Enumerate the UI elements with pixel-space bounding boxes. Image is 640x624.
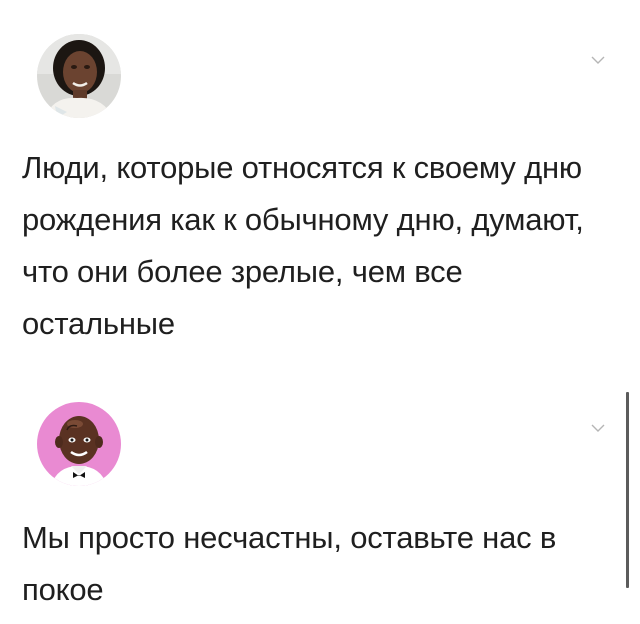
chevron-down-icon[interactable] (590, 54, 606, 66)
post-2: Мы просто несчастны, оставьте нас в поко… (0, 380, 640, 624)
post-text: Мы просто несчастны, оставьте нас в поко… (22, 520, 557, 607)
avatar-bald-man-cartoon-icon[interactable] (37, 402, 121, 486)
post-text: Люди, которые относятся к своему дню рож… (22, 150, 584, 341)
post-1: Люди, которые относятся к своему дню рож… (0, 0, 640, 380)
chevron-down-icon[interactable] (590, 422, 606, 434)
avatar-woman-photo-icon[interactable] (37, 34, 121, 118)
scrollbar[interactable] (626, 392, 629, 588)
